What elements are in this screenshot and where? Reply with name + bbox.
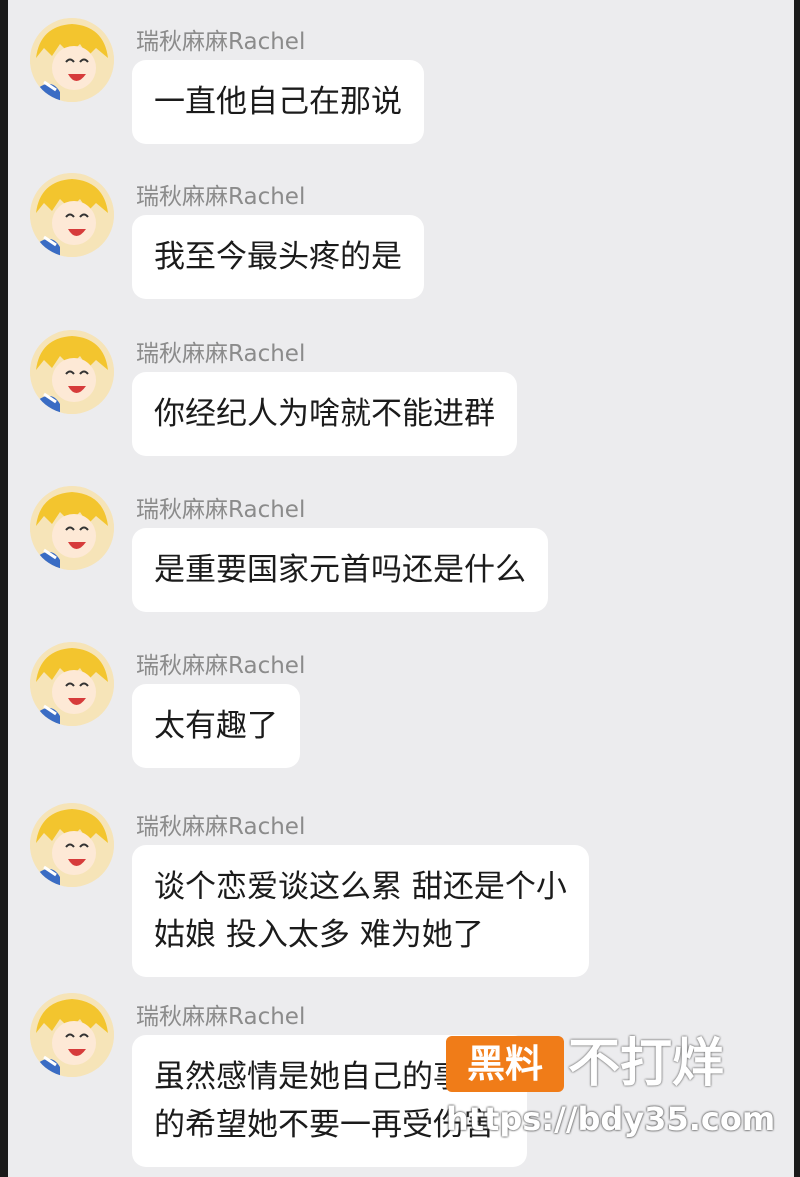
- sender-name: 瑞秋麻麻Rachel: [136, 184, 306, 210]
- avatar[interactable]: [30, 642, 114, 726]
- sender-name: 瑞秋麻麻Rachel: [136, 29, 306, 55]
- sender-name: 瑞秋麻麻Rachel: [136, 653, 306, 679]
- sender-name: 瑞秋麻麻Rachel: [136, 497, 306, 523]
- sender-name: 瑞秋麻麻Rachel: [136, 814, 306, 840]
- chat-message-list[interactable]: 瑞秋麻麻Rachel 一直他自己在那说 瑞秋麻麻Rachel 我至今最头疼的是 …: [0, 0, 800, 1177]
- message-bubble[interactable]: 是重要国家元首吗还是什么: [132, 528, 548, 612]
- avatar[interactable]: [30, 18, 114, 102]
- avatar[interactable]: [30, 173, 114, 257]
- avatar[interactable]: [30, 486, 114, 570]
- message-bubble[interactable]: 一直他自己在那说: [132, 60, 424, 144]
- watermark-badge: 黑料: [446, 1036, 564, 1092]
- message-bubble[interactable]: 谈个恋爱谈这么累 甜还是个小 姑娘 投入太多 难为她了: [132, 845, 589, 977]
- avatar[interactable]: [30, 993, 114, 1077]
- watermark-url: https://bdy35.com: [446, 1100, 776, 1138]
- message-bubble[interactable]: 太有趣了: [132, 684, 300, 768]
- avatar[interactable]: [30, 803, 114, 887]
- message-bubble[interactable]: 你经纪人为啥就不能进群: [132, 372, 517, 456]
- sender-name: 瑞秋麻麻Rachel: [136, 1004, 306, 1030]
- site-watermark: 黑料 不打烊 https://bdy35.com: [440, 1030, 775, 1140]
- watermark-title: 不打烊: [568, 1034, 725, 1094]
- sender-name: 瑞秋麻麻Rachel: [136, 341, 306, 367]
- avatar[interactable]: [30, 330, 114, 414]
- message-bubble[interactable]: 我至今最头疼的是: [132, 215, 424, 299]
